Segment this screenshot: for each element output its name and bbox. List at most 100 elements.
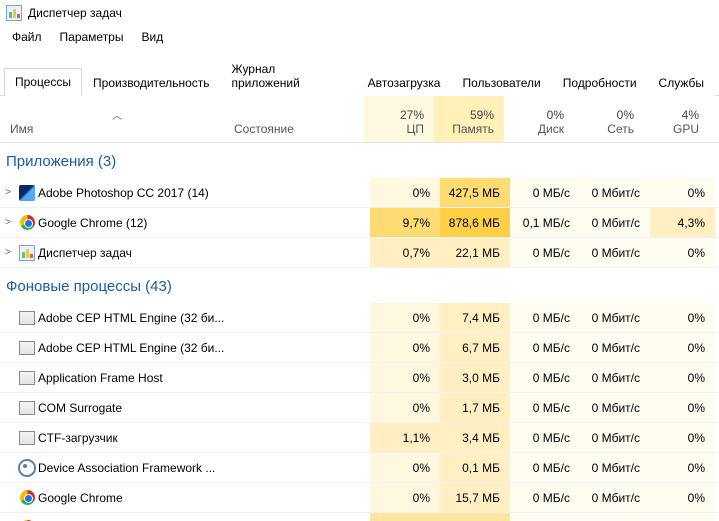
header-disk[interactable]: 0% Диск (504, 96, 574, 142)
net-cell: 0 Мбит/с (580, 238, 650, 267)
process-icon (16, 333, 38, 362)
process-row[interactable]: > Adobe Photoshop CC 2017 (14) 0% 427,5 … (0, 178, 719, 208)
mem-cell: 75,8 МБ (440, 513, 510, 521)
menu-file[interactable]: Файл (4, 28, 50, 48)
header-net[interactable]: 0% Сеть (574, 96, 644, 142)
titlebar: Диспетчер задач (0, 0, 719, 26)
process-row[interactable]: Google Chrome 5,0% 75,8 МБ 0 МБ/с 0 Мбит… (0, 513, 719, 521)
disk-cell: 0 МБ/с (510, 238, 580, 267)
header-name[interactable]: ︿ Имя (0, 96, 224, 142)
photoshop-icon (19, 185, 35, 201)
tab-services[interactable]: Службы (648, 69, 715, 96)
group-background[interactable]: Фоновые процессы (43) (0, 268, 719, 303)
process-row[interactable]: > Диспетчер задач 0,7% 22,1 МБ 0 МБ/с 0 … (0, 238, 719, 268)
tab-processes[interactable]: Процессы (4, 68, 82, 96)
process-icon (16, 513, 38, 521)
cpu-cell: 0% (370, 393, 440, 422)
process-state (230, 483, 370, 512)
process-name: Adobe CEP HTML Engine (32 би... (38, 333, 230, 362)
generic-app-icon (19, 371, 35, 385)
header-cpu-pct: 27% (400, 108, 424, 122)
process-row[interactable]: > Google Chrome (12) 9,7% 878,6 МБ 0,1 М… (0, 208, 719, 238)
cpu-cell: 0% (370, 303, 440, 332)
mem-cell: 1,7 МБ (440, 393, 510, 422)
gpu-cell: 0% (650, 423, 715, 452)
mem-cell: 3,0 МБ (440, 363, 510, 392)
disk-cell: 0 МБ/с (510, 393, 580, 422)
net-cell: 0 Мбит/с (580, 303, 650, 332)
header-cpu[interactable]: 27% ЦП (364, 96, 434, 142)
process-row[interactable]: Google Chrome 0% 15,7 МБ 0 МБ/с 0 Мбит/с… (0, 483, 719, 513)
expand-toggle[interactable]: > (0, 238, 16, 267)
header-disk-pct: 0% (547, 108, 564, 122)
process-state (230, 363, 370, 392)
group-applications[interactable]: Приложения (3) (0, 143, 719, 178)
process-state (230, 453, 370, 482)
process-icon (16, 453, 38, 482)
cpu-cell: 1,1% (370, 423, 440, 452)
menubar: Файл Параметры Вид (0, 26, 719, 50)
disk-cell: 0 МБ/с (510, 333, 580, 362)
disk-cell: 0 МБ/с (510, 303, 580, 332)
expand-toggle[interactable]: > (0, 208, 16, 237)
cpu-cell: 0,7% (370, 238, 440, 267)
process-state (230, 178, 370, 207)
process-list: Приложения (3) > Adobe Photoshop CC 2017… (0, 143, 719, 521)
process-name: Adobe CEP HTML Engine (32 би... (38, 303, 230, 332)
window-title: Диспетчер задач (28, 6, 122, 20)
header-state[interactable]: Состояние (224, 96, 364, 142)
tab-performance[interactable]: Производительность (82, 69, 220, 96)
header-name-label: Имя (10, 122, 224, 136)
mem-cell: 15,7 МБ (440, 483, 510, 512)
net-cell: 0 Мбит/с (580, 453, 650, 482)
disk-cell: 0 МБ/с (510, 483, 580, 512)
mem-cell: 7,4 МБ (440, 303, 510, 332)
process-row[interactable]: COM Surrogate 0% 1,7 МБ 0 МБ/с 0 Мбит/с … (0, 393, 719, 423)
process-icon (16, 363, 38, 392)
net-cell: 0 Мбит/с (580, 513, 650, 521)
process-icon (16, 208, 38, 237)
cpu-cell: 0% (370, 483, 440, 512)
process-state (230, 393, 370, 422)
expand-toggle (0, 333, 16, 362)
tab-details[interactable]: Подробности (552, 69, 648, 96)
menu-view[interactable]: Вид (133, 28, 171, 48)
generic-app-icon (19, 401, 35, 415)
process-icon (16, 178, 38, 207)
tab-app-history[interactable]: Журнал приложений (221, 55, 357, 96)
menu-options[interactable]: Параметры (52, 28, 132, 48)
task-manager-icon (6, 5, 22, 21)
net-cell: 0 Мбит/с (580, 178, 650, 207)
process-name: Device Association Framework ... (38, 453, 230, 482)
gpu-cell: 0% (650, 453, 715, 482)
cpu-cell: 0% (370, 333, 440, 362)
chrome-icon (20, 215, 35, 230)
process-name: Google Chrome (38, 513, 230, 521)
mem-cell: 3,4 МБ (440, 423, 510, 452)
net-cell: 0 Мбит/с (580, 393, 650, 422)
expand-toggle (0, 393, 16, 422)
header-mem[interactable]: 59% Память (434, 96, 504, 142)
process-state (230, 423, 370, 452)
process-row[interactable]: Adobe CEP HTML Engine (32 би... 0% 6,7 М… (0, 333, 719, 363)
header-gpu[interactable]: 4% GPU (644, 96, 709, 142)
process-row[interactable]: CTF-загрузчик 1,1% 3,4 МБ 0 МБ/с 0 Мбит/… (0, 423, 719, 453)
mem-cell: 427,5 МБ (440, 178, 510, 207)
process-row[interactable]: Application Frame Host 0% 3,0 МБ 0 МБ/с … (0, 363, 719, 393)
process-name: Application Frame Host (38, 363, 230, 392)
expand-toggle[interactable]: > (0, 178, 16, 207)
tab-users[interactable]: Пользователи (451, 69, 551, 96)
process-state (230, 333, 370, 362)
gpu-cell: 0% (650, 333, 715, 362)
cpu-cell: 5,0% (370, 513, 440, 521)
process-row[interactable]: Adobe CEP HTML Engine (32 би... 0% 7,4 М… (0, 303, 719, 333)
net-cell: 0 Мбит/с (580, 423, 650, 452)
sort-indicator-icon: ︿ (10, 103, 224, 122)
header-state-label: Состояние (234, 122, 364, 136)
gpu-cell: 0% (650, 483, 715, 512)
process-state (230, 513, 370, 521)
tab-startup[interactable]: Автозагрузка (357, 69, 452, 96)
process-name: Google Chrome (38, 483, 230, 512)
process-row[interactable]: Device Association Framework ... 0% 0,1 … (0, 453, 719, 483)
expand-toggle (0, 483, 16, 512)
